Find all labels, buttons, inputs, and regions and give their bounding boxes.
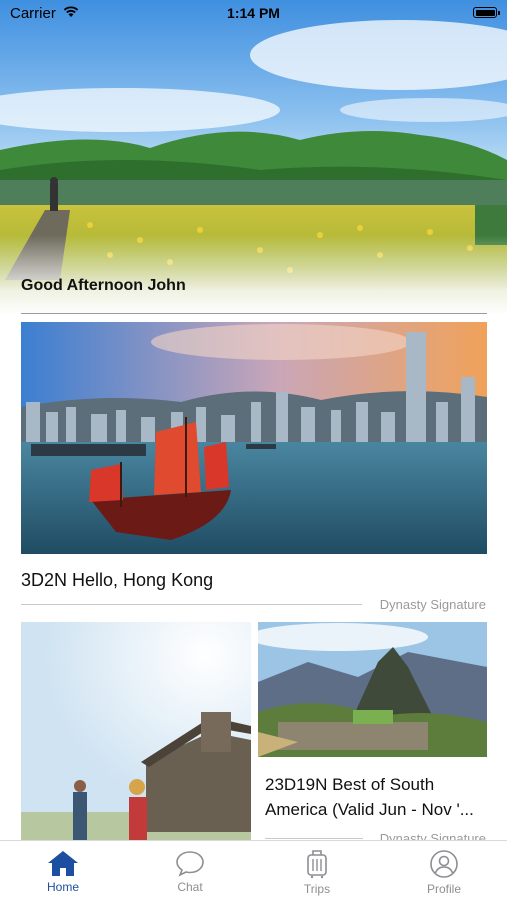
hong-kong-harbour-image [21,322,487,554]
featured-tour-image[interactable] [21,322,487,554]
divider [265,838,363,839]
divider [21,313,487,314]
status-time: 1:14 PM [227,5,280,21]
tour-card-left-image[interactable] [21,622,251,840]
machu-picchu-image [258,622,487,757]
tour-card-right-image[interactable] [258,622,487,757]
tab-label: Trips [303,882,331,896]
tab-bar: Home Chat Trips Profile [0,840,507,901]
tab-chat[interactable]: Chat [127,841,253,901]
tab-profile[interactable]: Profile [381,841,507,901]
status-bar: Carrier 1:14 PM [0,0,507,30]
tab-label: Chat [177,880,203,894]
tab-trips[interactable]: Trips [254,841,380,901]
divider [21,604,362,605]
suitcase-icon [307,850,327,879]
featured-tour-title[interactable]: 3D2N Hello, Hong Kong [21,570,213,591]
tab-label: Profile [426,882,461,896]
tab-label: Home [46,880,79,894]
tour-card-right-title[interactable]: 23D19N Best of South America (Valid Jun … [265,772,487,822]
battery-icon [473,7,500,18]
greeting-text: Good Afternoon John [21,277,186,294]
featured-tour-tag: Dynasty Signature [379,597,486,612]
hero-banner [0,0,507,315]
tab-home[interactable]: Home [0,841,126,901]
home-icon [48,851,78,876]
profile-icon [430,850,458,878]
new-zealand-chapel-image [21,622,251,840]
chat-icon [176,851,204,877]
